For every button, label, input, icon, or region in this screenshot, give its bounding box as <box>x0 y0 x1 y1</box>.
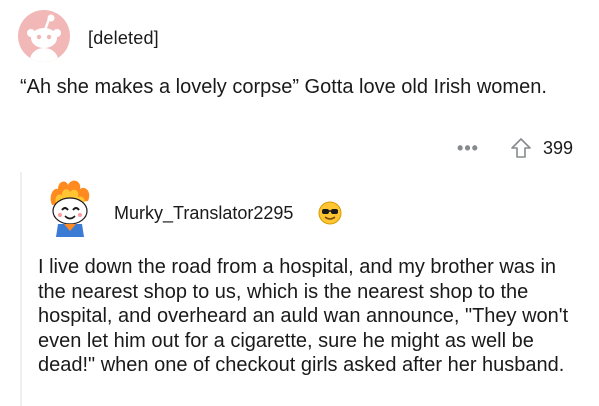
fire-snoo-avatar-icon[interactable] <box>38 175 104 241</box>
thread-line[interactable] <box>20 172 22 406</box>
deleted-user-avatar-icon[interactable] <box>18 10 70 62</box>
author-name[interactable]: Murky_Translator2295 <box>114 203 293 224</box>
comment-body: “Ah she makes a lovely corpse” Gotta lov… <box>20 76 547 98</box>
comment-body: I live down the road from a hospital, an… <box>38 256 569 377</box>
author-name[interactable]: [deleted] <box>88 28 159 49</box>
more-options-icon[interactable]: ••• <box>457 139 479 157</box>
vote-score: 399 <box>542 137 573 158</box>
upvote-icon[interactable] <box>509 136 533 160</box>
comment-actions: ••• 399 <box>457 134 573 162</box>
sunglasses-emoji-icon <box>318 201 342 225</box>
